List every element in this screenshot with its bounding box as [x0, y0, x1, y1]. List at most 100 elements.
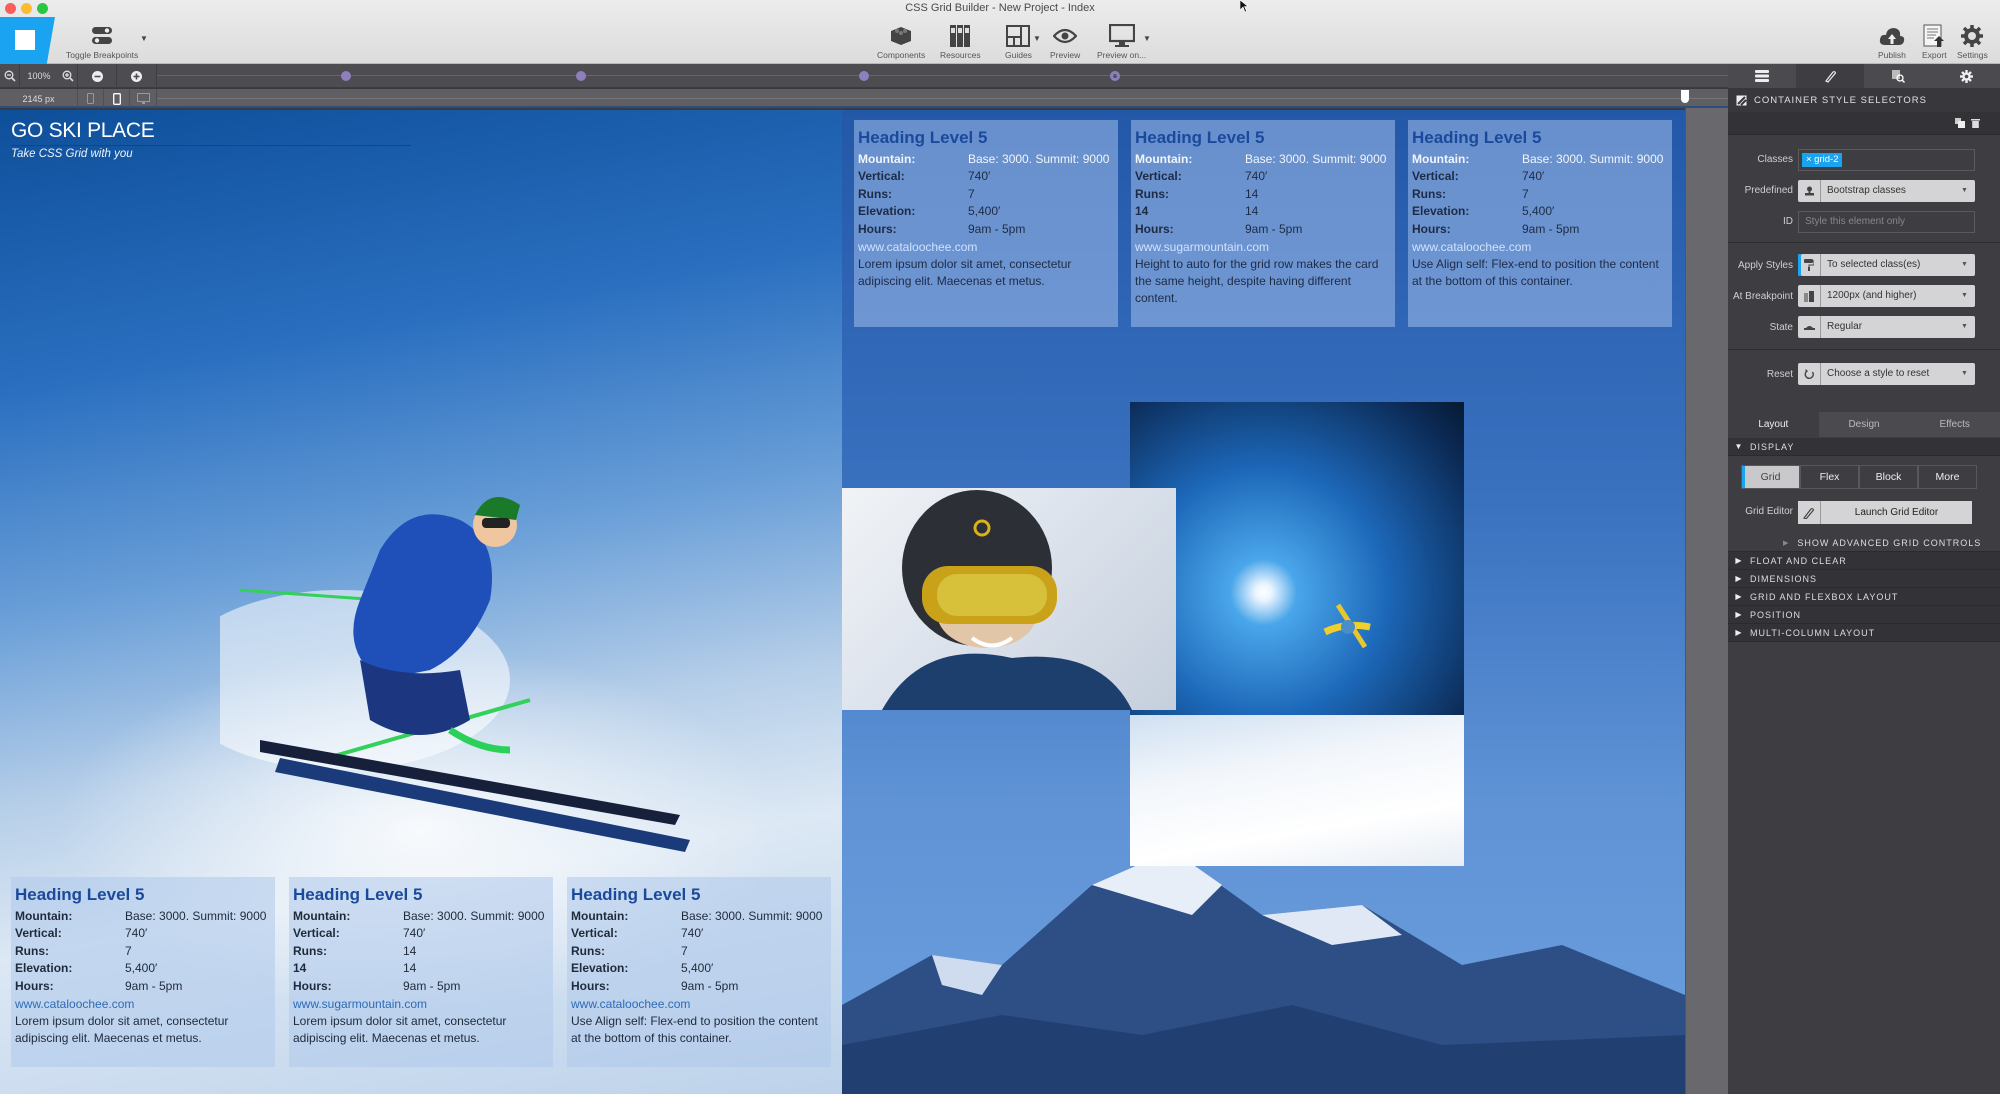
breakpoint-marker[interactable]	[858, 71, 869, 81]
mountain-image	[842, 850, 1685, 1094]
stat-value: Base: 3000. Summit: 9000	[1522, 151, 1664, 166]
stat-value: 740′	[1245, 169, 1268, 184]
guides-icon	[1006, 23, 1031, 49]
stat-label: Mountain:	[293, 908, 351, 923]
resources-button[interactable]: Resources	[940, 23, 981, 60]
monitor-icon	[1108, 23, 1135, 49]
zoom-out-button[interactable]	[0, 64, 20, 88]
tab-style[interactable]	[1796, 64, 1864, 88]
container-style-selectors-header: CONTAINER STYLE SELECTORS	[1728, 88, 2000, 112]
canvas-size-bar: 2145 px	[0, 89, 1728, 108]
display-more-button[interactable]: More	[1918, 465, 1977, 489]
export-button[interactable]: Export	[1922, 23, 1947, 60]
classes-row: Classes × grid-2	[1728, 148, 2000, 172]
stat-label: Vertical:	[15, 926, 62, 941]
accordion-dimensions[interactable]: ▶ DIMENSIONS	[1728, 570, 2000, 588]
breakpoint-marker[interactable]	[576, 71, 587, 81]
tab-effects[interactable]: Effects	[1909, 412, 2000, 437]
stat-value: 9am - 5pm	[403, 978, 461, 993]
stat-value: 740′	[681, 926, 704, 941]
card-stat-row: Elevation: 5,400′	[571, 960, 827, 978]
resort-link[interactable]: www.cataloochee.com	[1412, 240, 1668, 254]
display-block-button[interactable]: Block	[1859, 465, 1918, 489]
minus-circle-icon	[91, 70, 103, 82]
breakpoint-marker[interactable]	[340, 71, 351, 81]
zoom-in-button[interactable]	[58, 64, 78, 88]
preview-button[interactable]: Preview	[1050, 23, 1080, 60]
tab-design[interactable]: Design	[1818, 412, 1910, 437]
stat-label: Elevation:	[571, 961, 629, 976]
display-section-header[interactable]: ▼ DISPLAY	[1728, 438, 2000, 456]
predefined-row: Predefined Bootstrap classes ▼	[1728, 179, 2000, 203]
resort-link[interactable]: www.cataloochee.com	[858, 240, 1114, 254]
preview-on-button[interactable]: Preview on...	[1097, 23, 1146, 60]
tablet-view-button[interactable]	[104, 89, 130, 108]
components-button[interactable]: Components	[877, 23, 925, 60]
card-heading: Heading Level 5	[571, 885, 701, 904]
at-breakpoint-row: At Breakpoint 1200px (and higher) ▼	[1728, 285, 2000, 309]
card-stat-row: Vertical: 740′	[1135, 168, 1391, 186]
toggle-breakpoints-button[interactable]: Toggle Breakpoints	[66, 23, 138, 60]
stat-label: Runs:	[293, 943, 327, 958]
trash-icon[interactable]	[1971, 118, 1980, 128]
publish-button[interactable]: Publish	[1878, 23, 1906, 60]
settings-button[interactable]: Settings	[1957, 23, 1988, 60]
card-stat-row: Mountain: Base: 3000. Summit: 9000	[1135, 150, 1391, 168]
launch-grid-editor-button[interactable]: Launch Grid Editor	[1798, 501, 1972, 524]
stat-value: 5,400′	[125, 961, 158, 976]
remove-breakpoint-button[interactable]	[78, 64, 117, 88]
show-advanced-grid-controls[interactable]: ▶ SHOW ADVANCED GRID CONTROLS	[1728, 534, 2000, 552]
tab-inspect[interactable]	[1864, 64, 1932, 88]
display-flex-button[interactable]: Flex	[1800, 465, 1859, 489]
preview-on-dropdown-icon[interactable]: ▼	[1143, 34, 1151, 43]
accordion-grid-and-flexbox-layout[interactable]: ▶ GRID AND FLEXBOX LAYOUT	[1728, 588, 2000, 606]
card-stat-row: Vertical: 740′	[293, 925, 549, 943]
predefined-select[interactable]: Bootstrap classes ▼	[1798, 180, 1975, 202]
state-select[interactable]: Regular ▼	[1798, 316, 1975, 338]
stat-label: Vertical:	[1135, 169, 1182, 184]
phone-view-button[interactable]	[78, 89, 104, 108]
tab-layout[interactable]: Layout	[1728, 412, 1819, 437]
card-stat-row: Hours: 9am - 5pm	[293, 977, 549, 995]
stat-value: 5,400′	[1522, 204, 1555, 219]
resort-link[interactable]: www.cataloochee.com	[15, 997, 271, 1011]
accordion-position[interactable]: ▶ POSITION	[1728, 606, 2000, 624]
panel-divider	[1728, 349, 2000, 350]
card-stat-row: Mountain: Base: 3000. Summit: 9000	[571, 907, 827, 925]
stat-label: Elevation:	[15, 961, 73, 976]
add-breakpoint-button[interactable]	[117, 64, 157, 88]
card-stat-row: Runs: 7	[15, 942, 271, 960]
resort-link[interactable]: www.sugarmountain.com	[1135, 240, 1391, 254]
card-stat-row: Runs: 7	[1412, 185, 1668, 203]
breakpoint-select[interactable]: 1200px (and higher) ▼	[1798, 285, 1975, 307]
tab-structure[interactable]	[1728, 64, 1796, 88]
toggle-breakpoints-dropdown-icon[interactable]: ▼	[140, 34, 148, 43]
select-frame-icon	[15, 30, 35, 50]
canvas-width-handle[interactable]	[1681, 90, 1689, 103]
classes-input[interactable]: × grid-2	[1798, 149, 1975, 171]
apply-styles-select[interactable]: To selected class(es) ▼	[1798, 254, 1975, 276]
class-tag-grid-2[interactable]: × grid-2	[1802, 153, 1843, 167]
display-grid-button[interactable]: Grid	[1741, 465, 1800, 489]
id-input[interactable]: Style this element only	[1798, 211, 1975, 233]
resort-card: Heading Level 5 Mountain: Base: 3000. Summ…	[289, 877, 553, 1067]
apply-styles-row: Apply Styles To selected class(es) ▼	[1728, 254, 2000, 278]
accordion-float-and-clear[interactable]: ▶ FLOAT AND CLEAR	[1728, 552, 2000, 570]
app-logo-button[interactable]	[0, 17, 55, 64]
stat-value: 5,400′	[968, 204, 1001, 219]
resort-link[interactable]: www.sugarmountain.com	[293, 997, 549, 1011]
tab-settings[interactable]	[1932, 64, 2000, 88]
publish-icon	[1879, 23, 1905, 49]
desktop-view-button[interactable]	[130, 89, 157, 108]
site-subtitle: Take CSS Grid with you	[11, 148, 133, 160]
breakpoint-marker[interactable]	[1110, 71, 1121, 81]
stat-label: 14	[1135, 204, 1149, 219]
guides-dropdown-icon[interactable]: ▼	[1033, 34, 1041, 43]
accordion-multi-column-layout[interactable]: ▶ MULTI-COLUMN LAYOUT	[1728, 624, 2000, 642]
duplicate-icon[interactable]	[1955, 118, 1965, 128]
resort-link[interactable]: www.cataloochee.com	[571, 997, 827, 1011]
stat-value: Base: 3000. Summit: 9000	[1245, 151, 1387, 166]
guides-button[interactable]: Guides	[1005, 23, 1032, 60]
design-canvas[interactable]: GO SKI PLACE Take CSS Grid with you Head…	[0, 110, 1685, 1094]
reset-select[interactable]: Choose a style to reset ▼	[1798, 363, 1975, 385]
